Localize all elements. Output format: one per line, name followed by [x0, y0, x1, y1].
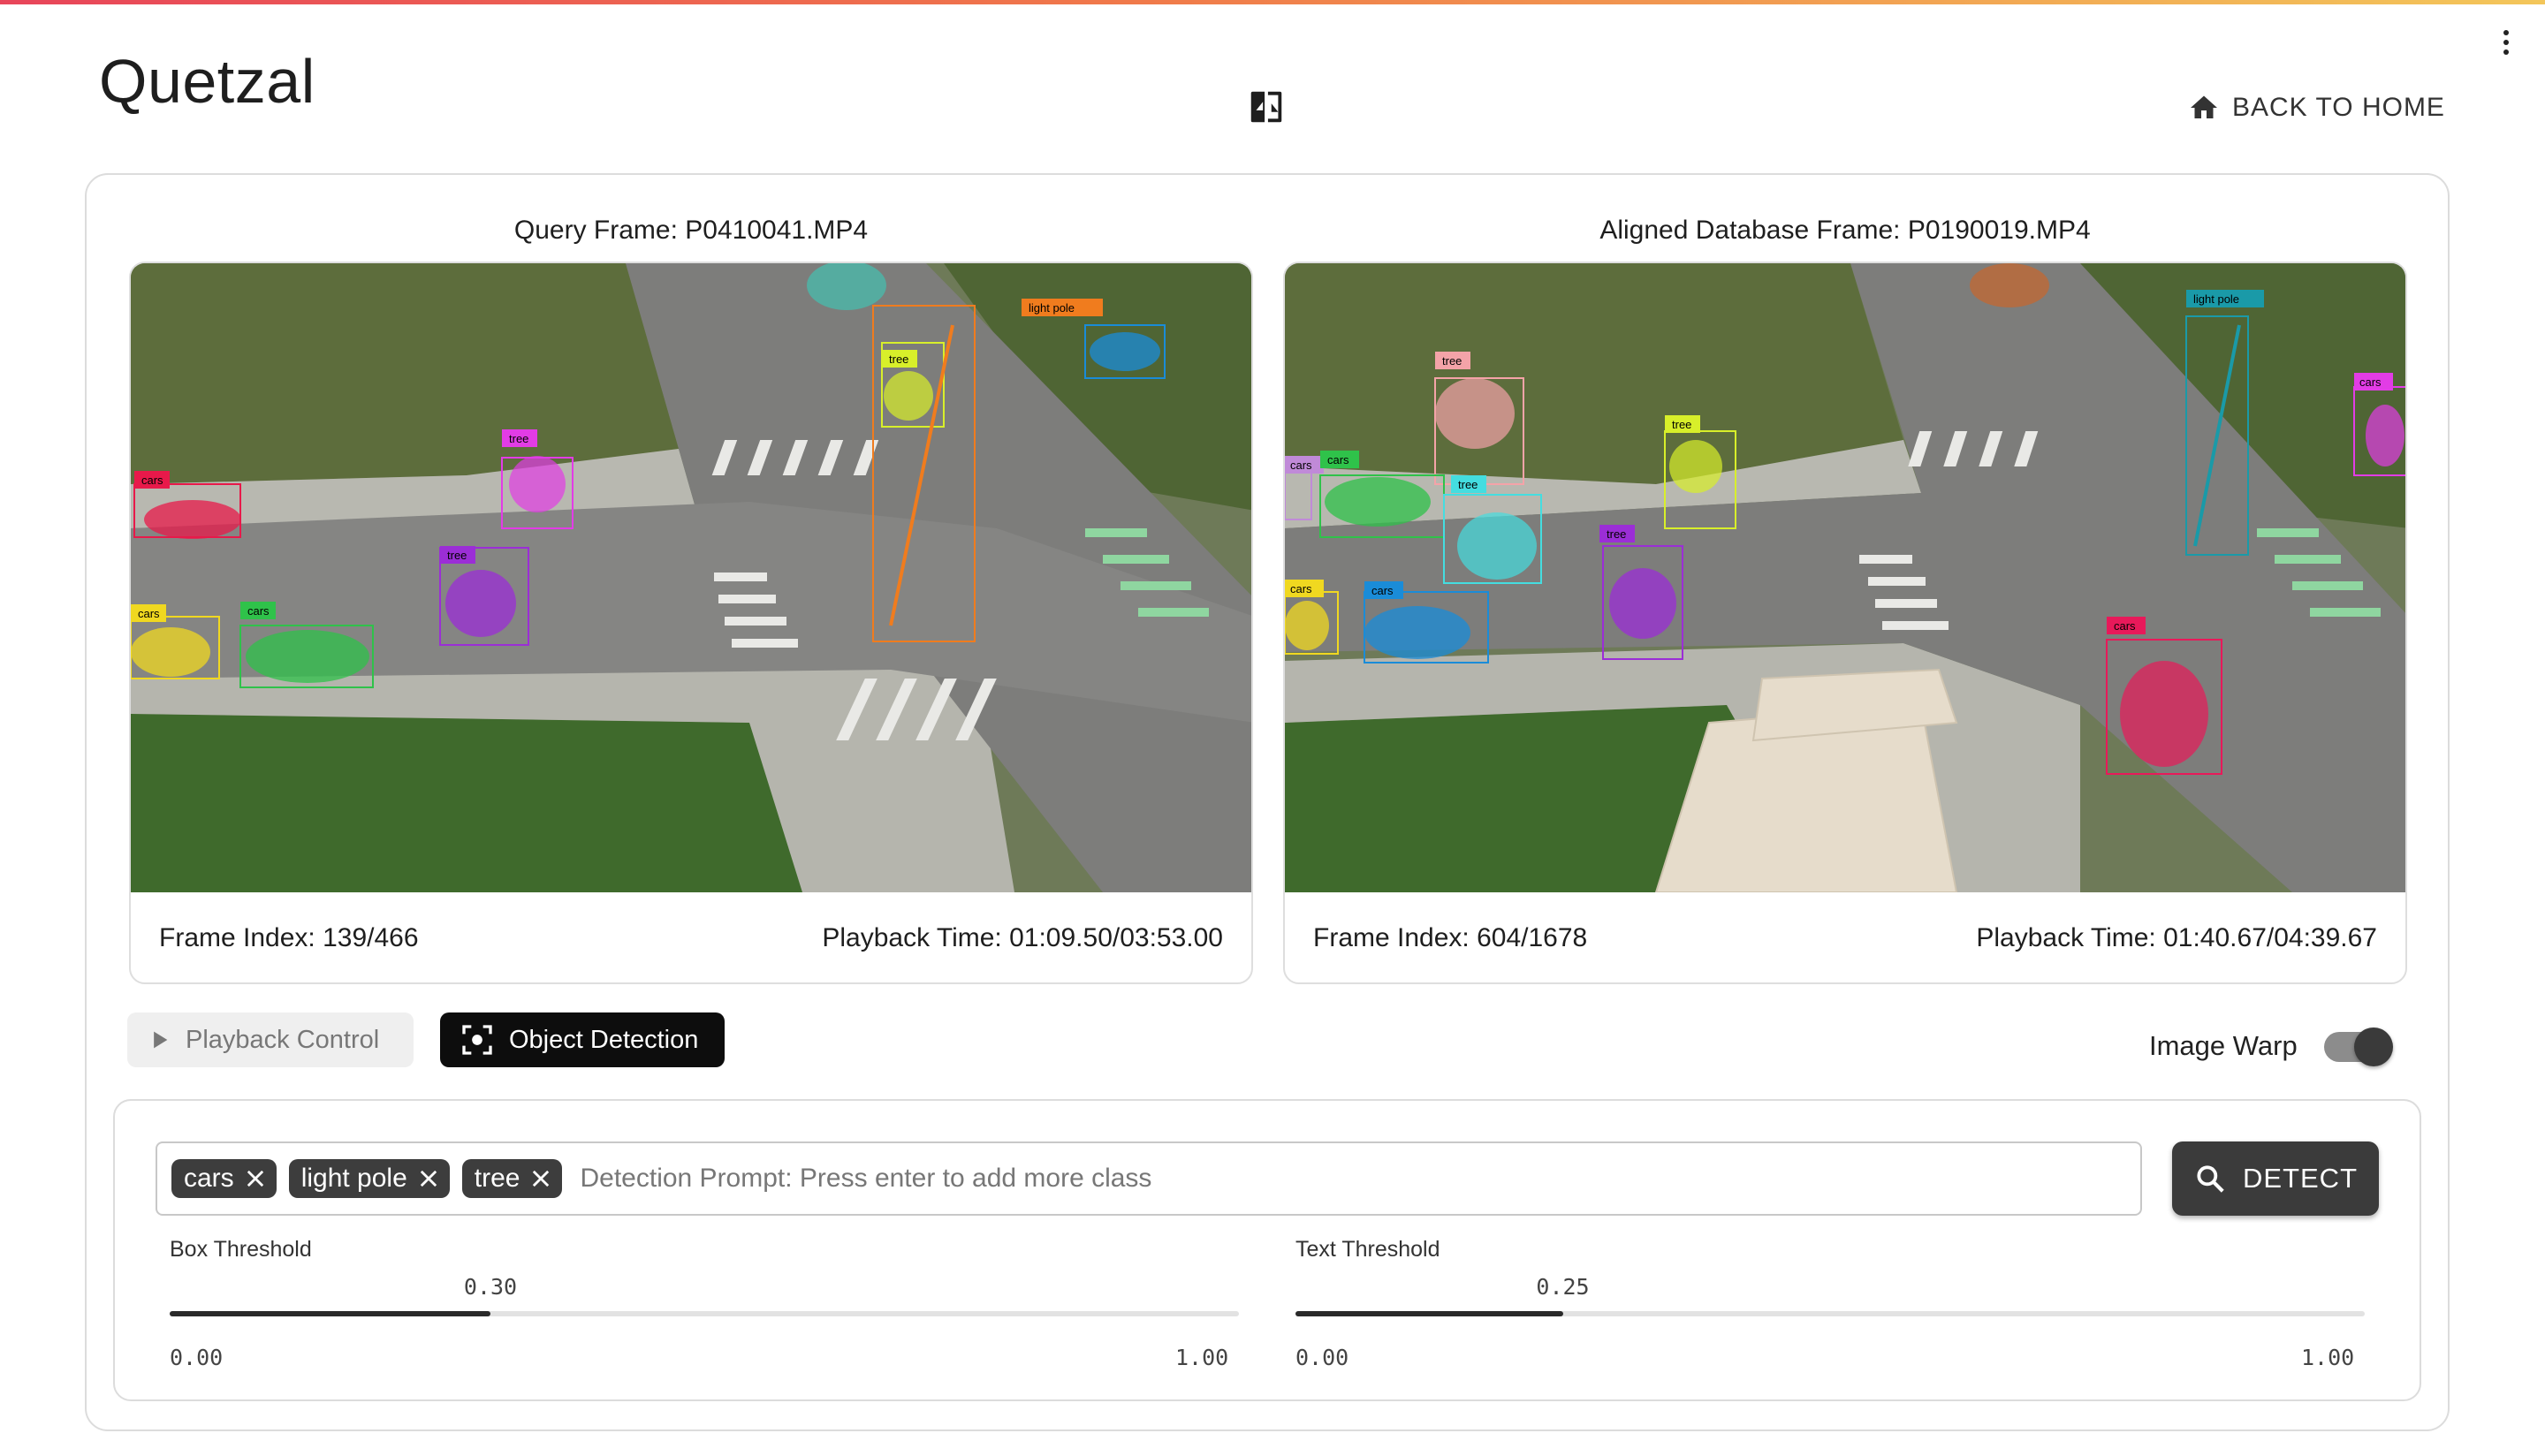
text-threshold-max: 1.00	[2301, 1345, 2355, 1370]
box-threshold-label: Box Threshold	[170, 1237, 312, 1262]
svg-text:cars: cars	[1290, 459, 1312, 472]
text-threshold-slider[interactable]	[1295, 1311, 2365, 1316]
svg-text:light pole: light pole	[2193, 292, 2239, 306]
image-warp-toggle[interactable]	[2324, 1028, 2393, 1066]
toggle-knob	[2354, 1028, 2393, 1066]
svg-text:tree: tree	[1442, 354, 1462, 368]
box-threshold-min: 0.00	[170, 1345, 224, 1370]
chip-label: tree	[474, 1164, 520, 1193]
chip-label: cars	[184, 1164, 234, 1193]
box-threshold-max: 1.00	[1175, 1345, 1229, 1370]
box-threshold-value: 0.30	[463, 1274, 518, 1300]
close-icon[interactable]	[528, 1166, 553, 1191]
chip-label: light pole	[300, 1164, 407, 1193]
svg-text:tree: tree	[889, 353, 908, 366]
tab-playback-label: Playback Control	[186, 1025, 380, 1054]
image-warp-label: Image Warp	[2149, 1030, 2298, 1061]
query-frame-index: Frame Index: 139/466	[159, 923, 419, 952]
detection-prompt-field[interactable]: cars light pole tree	[156, 1141, 2142, 1216]
db-frame-title: Aligned Database Frame: P0190019.MP4	[1599, 216, 2091, 245]
svg-text:cars: cars	[247, 604, 270, 618]
text-threshold-fill	[1295, 1311, 1563, 1316]
box-threshold-fill	[170, 1311, 490, 1316]
more-vert-icon[interactable]	[2501, 30, 2511, 62]
svg-text:tree: tree	[1458, 478, 1478, 491]
query-playback-time: Playback Time: 01:09.50/03:53.00	[822, 923, 1223, 952]
svg-text:cars: cars	[2114, 619, 2136, 633]
svg-text:cars: cars	[2359, 375, 2382, 389]
home-icon	[2191, 95, 2217, 118]
db-playback-time: Playback Time: 01:40.67/04:39.67	[1976, 923, 2377, 952]
svg-text:tree: tree	[447, 549, 467, 562]
tab-object-detection[interactable]: Object Detection	[440, 1012, 725, 1067]
close-icon[interactable]	[243, 1166, 268, 1191]
text-threshold-min: 0.00	[1295, 1345, 1349, 1370]
search-icon	[2197, 1165, 2224, 1193]
box-threshold-slider[interactable]	[170, 1311, 1239, 1316]
svg-text:tree: tree	[1672, 418, 1691, 431]
tab-playback-control[interactable]: Playback Control	[127, 1012, 414, 1067]
db-frame-image: tree light pole tree cars cars cars tree…	[1285, 263, 2405, 892]
svg-text:cars: cars	[1290, 582, 1312, 595]
svg-text:light pole: light pole	[1029, 301, 1075, 315]
chip-tree[interactable]: tree	[461, 1159, 563, 1198]
compare-swap-icon[interactable]	[1246, 87, 1287, 127]
chip-light-pole[interactable]: light pole	[288, 1159, 450, 1198]
db-frame-panel: tree light pole tree cars cars cars tree…	[1283, 262, 2407, 984]
text-threshold-label: Text Threshold	[1295, 1237, 1440, 1262]
play-icon	[154, 1031, 168, 1049]
svg-text:tree: tree	[1607, 527, 1626, 541]
svg-text:cars: cars	[1371, 584, 1394, 597]
query-frame-image: cars light pole tree tree tree cars cars	[131, 263, 1251, 892]
svg-text:cars: cars	[1327, 453, 1349, 466]
detect-button[interactable]: DETECT	[2172, 1141, 2379, 1216]
query-frame-title: Query Frame: P0410041.MP4	[513, 216, 869, 245]
back-to-home-button[interactable]: BACK TO HOME	[2188, 88, 2445, 127]
db-frame-index: Frame Index: 604/1678	[1313, 923, 1588, 952]
text-threshold-value: 0.25	[1536, 1274, 1590, 1300]
back-to-home-label: BACK TO HOME	[2232, 93, 2445, 122]
app-title: Quetzal	[99, 47, 315, 116]
close-icon[interactable]	[416, 1166, 441, 1191]
query-frame-info: Frame Index: 139/466 Playback Time: 01:0…	[131, 892, 1251, 982]
top-accent-bar	[0, 0, 2545, 4]
detection-prompt-input[interactable]	[574, 1152, 2140, 1205]
detect-button-label: DETECT	[2243, 1163, 2358, 1194]
svg-text:tree: tree	[509, 432, 528, 445]
tab-detection-label: Object Detection	[509, 1025, 699, 1054]
query-frame-panel: cars light pole tree tree tree cars cars…	[129, 262, 1253, 984]
svg-text:cars: cars	[141, 474, 163, 487]
chip-cars[interactable]: cars	[171, 1159, 277, 1198]
object-detection-icon	[462, 1025, 492, 1055]
db-frame-info: Frame Index: 604/1678 Playback Time: 01:…	[1285, 892, 2405, 982]
svg-text:cars: cars	[138, 607, 160, 620]
